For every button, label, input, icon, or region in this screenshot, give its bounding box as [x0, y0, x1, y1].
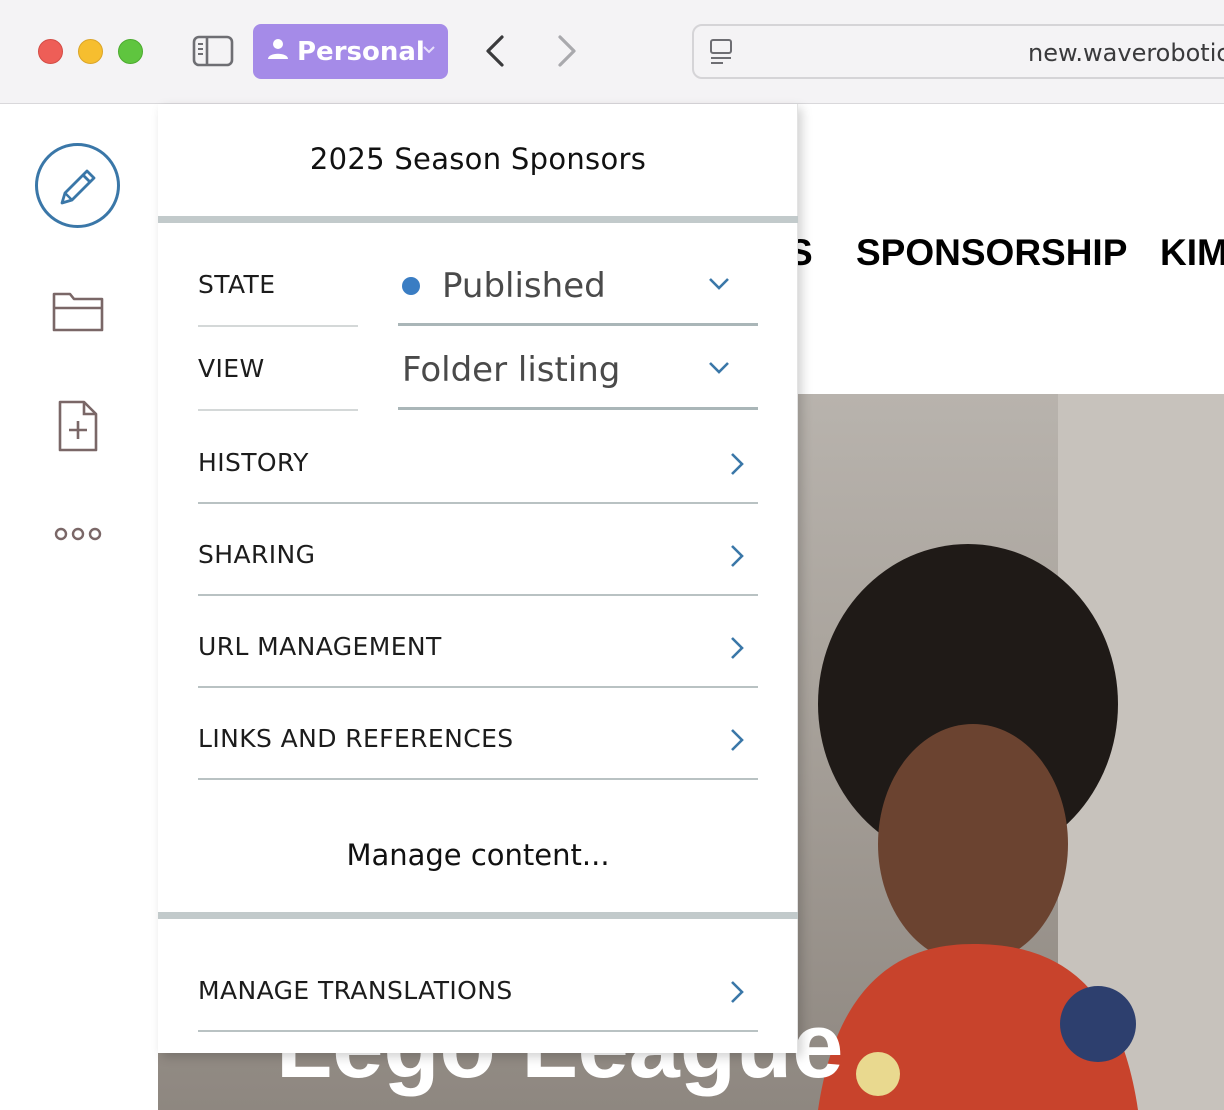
state-select[interactable]: Published: [398, 244, 758, 326]
url-text: new.waverobotic: [1028, 39, 1224, 67]
pencil-icon: [60, 169, 96, 205]
nav-item-kim[interactable]: KIM: [1160, 232, 1224, 274]
close-window-button[interactable]: [38, 39, 63, 64]
cms-toolbar: [0, 104, 158, 1110]
minimize-window-button[interactable]: [78, 39, 103, 64]
profile-name: Personal: [297, 36, 425, 67]
chevron-right-icon: [730, 728, 744, 756]
panel-divider: [158, 912, 798, 919]
view-value: Folder listing: [402, 350, 621, 390]
view-select[interactable]: Folder listing: [398, 328, 758, 410]
sharing-row[interactable]: SHARING: [198, 504, 758, 596]
more-icon[interactable]: [54, 526, 102, 547]
chevron-right-icon: [730, 980, 744, 1008]
content-menu-panel: 2025 Season Sponsors STATE Published VIE…: [158, 104, 798, 1053]
view-label: VIEW: [198, 354, 265, 383]
chevron-right-icon: [730, 544, 744, 572]
browser-toolbar: Personal new.waverobotic: [0, 0, 1224, 104]
chevron-down-icon: [708, 360, 730, 379]
state-value: Published: [442, 266, 606, 306]
row-divider: [198, 778, 758, 780]
url-management-label: URL MANAGEMENT: [198, 632, 442, 661]
state-label: STATE: [198, 270, 276, 299]
chevron-right-icon: [730, 452, 744, 480]
status-dot-icon: [402, 277, 420, 295]
address-bar[interactable]: new.waverobotic: [692, 24, 1224, 79]
history-label: HISTORY: [198, 448, 309, 477]
chevron-down-icon: [422, 42, 436, 60]
zoom-window-button[interactable]: [118, 39, 143, 64]
nav-item-sponsorship[interactable]: SPONSORSHIP: [856, 232, 1127, 274]
chevron-right-icon: [730, 636, 744, 664]
forward-icon[interactable]: [550, 33, 582, 69]
folder-icon[interactable]: [52, 290, 104, 337]
links-and-references-row[interactable]: LINKS AND REFERENCES: [198, 688, 758, 780]
history-row[interactable]: HISTORY: [198, 412, 758, 504]
reader-icon[interactable]: [708, 38, 736, 71]
manage-content-link[interactable]: Manage content...: [158, 838, 798, 872]
manage-translations-row[interactable]: MANAGE TRANSLATIONS: [198, 940, 758, 1032]
sharing-label: SHARING: [198, 540, 316, 569]
back-icon[interactable]: [480, 33, 512, 69]
panel-title: 2025 Season Sponsors: [309, 142, 647, 176]
view-select-underline: [398, 407, 758, 410]
sidebar-icon[interactable]: [192, 35, 234, 67]
profile-button[interactable]: Personal: [253, 24, 448, 79]
view-rule: [198, 409, 358, 411]
state-rule: [198, 325, 358, 327]
person-icon: [267, 38, 289, 65]
panel-divider: [158, 216, 798, 223]
state-select-underline: [398, 323, 758, 326]
edit-button[interactable]: [35, 143, 120, 228]
manage-translations-label: MANAGE TRANSLATIONS: [198, 976, 513, 1005]
add-document-icon[interactable]: [58, 400, 98, 457]
links-and-references-label: LINKS AND REFERENCES: [198, 724, 514, 753]
chevron-down-icon: [708, 276, 730, 295]
url-management-row[interactable]: URL MANAGEMENT: [198, 596, 758, 688]
row-divider: [198, 1030, 758, 1032]
person-photo: [818, 544, 1138, 1110]
